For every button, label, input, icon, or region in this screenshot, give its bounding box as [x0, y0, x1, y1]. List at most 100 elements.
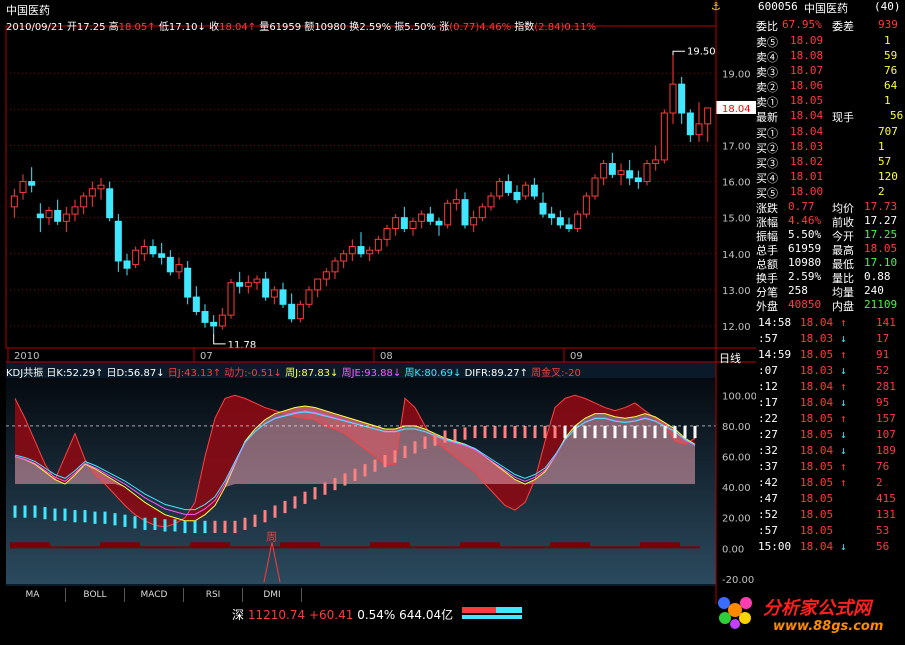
- power-bar: [110, 542, 120, 549]
- weekly-bar: [313, 487, 317, 500]
- candle-body: [348, 246, 356, 255]
- power-bar: [570, 542, 580, 549]
- tab-dmi[interactable]: DMI: [243, 588, 302, 602]
- weekly-bar: [33, 505, 37, 518]
- candle-body: [452, 199, 460, 204]
- period-label[interactable]: 日线: [719, 351, 741, 365]
- breadth-bar-2: [462, 615, 522, 619]
- weekly-bar: [483, 425, 487, 439]
- quote-arrow: ↑: [147, 22, 156, 33]
- stock-name[interactable]: 中国医药: [804, 0, 848, 16]
- buy-volume: 57: [878, 155, 892, 168]
- sidebar-row: 买① 18.04 707: [756, 125, 905, 140]
- weekly-bar: [243, 517, 247, 530]
- weekly-bar: [523, 425, 527, 439]
- tick-volume: 52: [876, 364, 890, 377]
- weekly-bar: [643, 425, 647, 439]
- logo-url[interactable]: www.88gs.com: [773, 619, 883, 634]
- stock-count: (40): [874, 0, 901, 13]
- quote-date: 2010/09/21: [6, 22, 64, 33]
- sell-level-label: 卖①: [756, 96, 778, 109]
- weekly-bar: [393, 450, 397, 463]
- quote-label: 额: [301, 22, 315, 33]
- weekly-bar: [443, 430, 447, 443]
- power-bar: [300, 542, 310, 549]
- buy-price: 18.02: [790, 155, 824, 168]
- sell-volume: 1: [884, 34, 891, 47]
- breadth-bar-down: [496, 607, 522, 613]
- candle-body: [591, 177, 599, 197]
- weekly-bar: [593, 425, 597, 439]
- sell-level-label: 卖⑤: [756, 36, 778, 49]
- power-bar: [360, 546, 370, 549]
- weekly-bar: [163, 519, 167, 532]
- stat-value: 240: [864, 284, 884, 297]
- candle-body: [426, 213, 434, 222]
- candle-body: [322, 271, 330, 280]
- indicator-tick-label: 20.00: [722, 514, 751, 525]
- value: 939: [878, 18, 898, 31]
- weekly-bar: [23, 505, 27, 518]
- power-bar: [160, 546, 170, 549]
- sell-level-label: 卖③: [756, 66, 778, 79]
- sidebar-row: :37 18.05 ↑ 76: [756, 460, 905, 476]
- time-tick-label: 08: [380, 351, 393, 362]
- power-bar: [580, 542, 590, 549]
- high-marker-label: 19.50: [687, 46, 716, 57]
- sell-level-label: 卖②: [756, 81, 778, 94]
- candle-body: [253, 278, 261, 284]
- candle-body: [582, 195, 590, 215]
- tick-volume: 107: [876, 428, 896, 441]
- candle-body: [28, 181, 36, 186]
- power-bar: [200, 542, 210, 549]
- tab-macd[interactable]: MACD: [125, 588, 184, 602]
- candlestick-series[interactable]: 19.50 11.78: [10, 46, 716, 351]
- power-bar: [190, 542, 200, 549]
- sidebar-row: 买⑤ 18.00 2: [756, 185, 905, 200]
- candle-body: [669, 83, 677, 114]
- power-bar: [470, 542, 480, 549]
- power-bar: [240, 546, 250, 549]
- weekly-bar: [233, 520, 237, 534]
- label: 委差: [832, 20, 854, 33]
- site-logo: 分析家公式网 www.88gs.com: [713, 588, 905, 642]
- power-bar: [50, 546, 60, 549]
- low-marker-label: 11.78: [228, 340, 257, 351]
- power-bar: [530, 546, 540, 549]
- tick-arrow: ↓: [840, 444, 847, 457]
- tab-ma[interactable]: MA: [0, 588, 66, 602]
- sell-price: 18.07: [790, 64, 824, 77]
- candle-body: [296, 303, 304, 320]
- indicator-legend: KDJ共振 日K:52.29↑ 日D:56.87↓ 日J:43.13↑ 动力:-…: [6, 364, 581, 379]
- anchor-icon[interactable]: ⚓: [711, 0, 721, 13]
- stock-code[interactable]: 600056: [758, 0, 798, 13]
- sidebar-row: 买② 18.03 1: [756, 140, 905, 155]
- quote-value: (0.77)4.46%: [449, 22, 512, 33]
- power-bar: [450, 546, 460, 549]
- tab-rsi[interactable]: RSI: [184, 588, 243, 602]
- sidebar-row: :27 18.05 ↓ 107: [756, 428, 905, 444]
- tick-arrow: ↑: [840, 412, 847, 425]
- legend-entry: 周JE:93.88↓: [341, 368, 405, 379]
- stat-value: 17.25: [864, 228, 898, 241]
- tick-arrow: ↑: [840, 316, 847, 329]
- candle-body: [175, 264, 183, 273]
- power-bar: [630, 546, 640, 549]
- weekly-bar: [303, 491, 307, 504]
- tick-arrow: ↓: [840, 332, 847, 345]
- tick-volume: 76: [876, 460, 890, 473]
- sidebar-row: :07 18.03 ↓ 52: [756, 364, 905, 380]
- power-bar: [510, 546, 520, 549]
- power-bar: [350, 546, 360, 549]
- index-change: +60.41: [308, 608, 354, 622]
- quote-label: 收: [205, 22, 220, 33]
- tick-time: :47: [758, 492, 778, 505]
- weekly-bar: [543, 425, 547, 439]
- quote-label: 换: [346, 22, 360, 33]
- candle-body: [314, 278, 322, 291]
- weekly-bar: [613, 425, 617, 439]
- tick-volume: 2: [876, 476, 883, 489]
- tab-boll[interactable]: BOLL: [66, 588, 125, 602]
- stat-value: 18.05: [864, 242, 898, 255]
- tick-price: 18.04: [800, 380, 834, 393]
